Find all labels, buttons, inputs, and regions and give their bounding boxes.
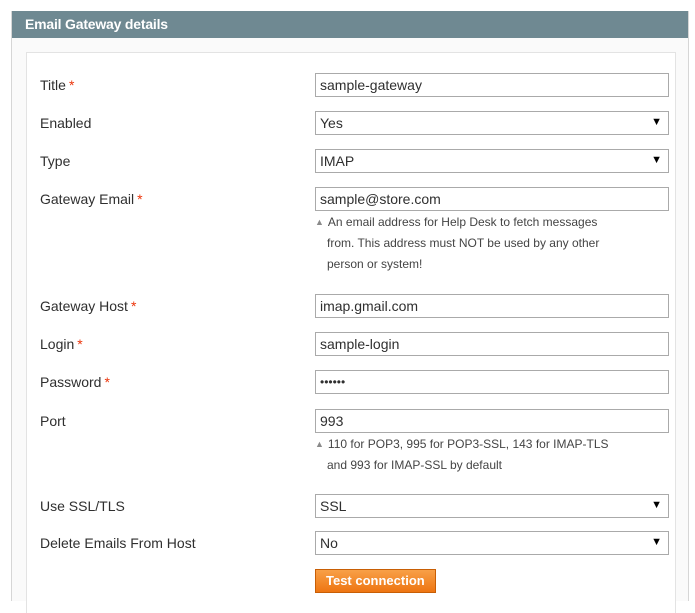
type-value: IMAP	[320, 153, 355, 169]
chevron-down-icon: ▼	[651, 536, 662, 548]
use-ssl-select[interactable]: SSL ▼	[315, 494, 669, 518]
port-input[interactable]: 993	[315, 409, 669, 433]
use-ssl-label: Use SSL/TLS	[40, 498, 125, 514]
panel-title: Email Gateway details	[12, 11, 688, 38]
gateway-form: Title * sample-gateway Enabled Yes ▼ Type…	[26, 52, 676, 613]
required-mark: *	[130, 298, 137, 314]
chevron-down-icon: ▼	[651, 499, 662, 511]
use-ssl-value: SSL	[320, 498, 347, 514]
required-mark: *	[68, 77, 75, 93]
gateway-email-input[interactable]: sample@store.com	[315, 187, 669, 211]
chevron-down-icon: ▼	[651, 154, 662, 166]
delete-emails-select[interactable]: No ▼	[315, 531, 669, 555]
port-label: Port	[40, 413, 66, 429]
password-label: Password *	[40, 374, 110, 390]
test-connection-button[interactable]: Test connection	[315, 569, 436, 593]
required-mark: *	[137, 191, 143, 207]
title-input[interactable]: sample-gateway	[315, 73, 669, 97]
delete-emails-value: No	[320, 535, 338, 551]
enabled-value: Yes	[320, 115, 343, 131]
gateway-host-input[interactable]: imap.gmail.com	[315, 294, 669, 318]
chevron-down-icon: ▼	[651, 116, 662, 128]
note-triangle-icon: ▲	[315, 439, 324, 449]
type-select[interactable]: IMAP ▼	[315, 149, 669, 173]
email-gateway-panel: Email Gateway details Title * sample-gate…	[11, 11, 689, 613]
port-note: ▲ 110 for POP3, 995 for POP3-SSL, 143 for…	[315, 437, 609, 472]
enabled-label: Enabled	[40, 115, 92, 131]
required-mark: *	[104, 374, 110, 390]
type-label: Type	[40, 153, 71, 169]
required-mark: *	[77, 336, 83, 352]
note-triangle-icon: ▲	[315, 217, 324, 227]
title-label: Title *	[40, 77, 75, 93]
login-label: Login *	[40, 336, 83, 352]
gateway-email-label: Gateway Email *	[40, 191, 143, 207]
gateway-host-label: Gateway Host *	[40, 298, 137, 314]
login-input[interactable]: sample-login	[315, 332, 669, 356]
password-input[interactable]: ••••••	[315, 370, 669, 394]
gateway-email-note: ▲ An email address for Help Desk to fetch…	[315, 215, 600, 271]
delete-emails-label: Delete Emails From Host	[40, 535, 196, 551]
enabled-select[interactable]: Yes ▼	[315, 111, 669, 135]
